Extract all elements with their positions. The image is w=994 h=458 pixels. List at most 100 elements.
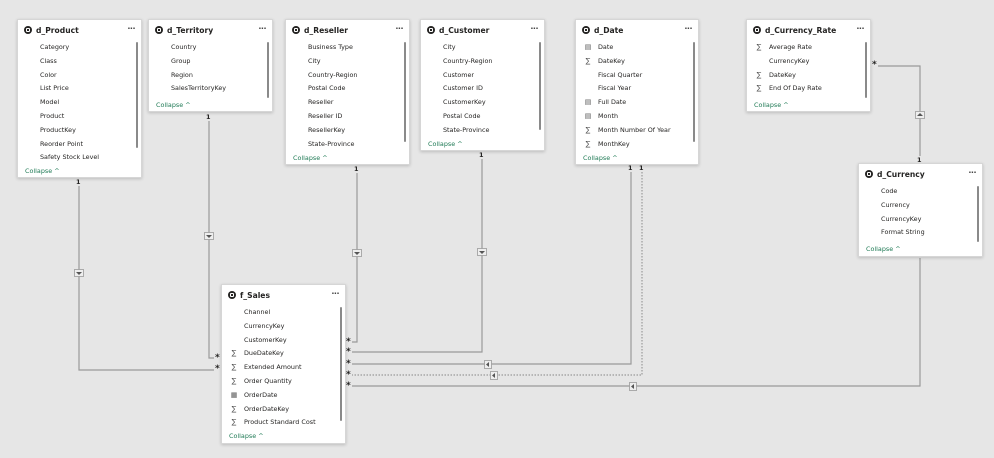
field-row[interactable]: Format String [859,226,974,240]
collapse-button[interactable]: Collapse ^ [156,101,191,109]
collapse-button[interactable]: Collapse ^ [293,154,328,162]
table-card-d-territory[interactable]: d_Territory ··· Country Group Region SalesT… [148,19,273,112]
field-row[interactable]: ∑ DateKey [576,55,690,69]
relationship-product-sales[interactable] [78,179,221,371]
field-row[interactable]: Fiscal Year [576,82,690,96]
field-row[interactable]: Reorder Point [18,138,133,152]
table-card-d-currency-rate[interactable]: d_Currency_Rate ··· ∑ Average Rate Currenc… [746,19,871,112]
scrollbar[interactable] [693,42,695,142]
field-row[interactable]: ∑ MonthKey [576,138,690,151]
field-row[interactable]: CurrencyKey [222,320,337,334]
field-row[interactable]: Country [149,41,264,55]
more-options-button[interactable]: ··· [331,289,339,299]
more-options-button[interactable]: ··· [530,24,538,34]
table-header[interactable]: d_Reseller ··· [286,20,409,40]
more-options-button[interactable]: ··· [395,24,403,34]
collapse-button[interactable]: Collapse ^ [25,167,60,175]
field-row[interactable]: Channel [222,306,337,320]
field-row[interactable]: ∑ OrderDateKey [222,403,337,417]
field-row[interactable]: SalesTerritoryKey [149,82,264,96]
field-row[interactable]: CurrencyKey [859,213,974,227]
field-row[interactable]: Country-Region [421,55,536,69]
relationship-date-sales-duedate[interactable] [347,166,643,376]
table-card-d-product[interactable]: d_Product ··· Category Class Color List Pri… [17,19,142,178]
field-row[interactable]: Color [18,69,133,83]
field-row[interactable]: ∑ Order Quantity [222,375,337,389]
field-row[interactable]: CustomerKey [222,334,337,348]
field-row[interactable]: Fiscal Quarter [576,69,690,83]
field-row[interactable]: Class [18,55,133,69]
field-name: Code [881,187,898,195]
scrollbar[interactable] [539,42,541,130]
relationship-customer-sales[interactable] [347,152,483,353]
scrollbar[interactable] [136,42,138,148]
table-card-d-customer[interactable]: d_Customer ··· City Country-Region Custome… [420,19,545,151]
more-options-button[interactable]: ··· [684,24,692,34]
collapse-button[interactable]: Collapse ^ [866,245,901,253]
collapse-button[interactable]: Collapse ^ [583,154,618,162]
scrollbar[interactable] [340,307,342,421]
table-header[interactable]: d_Territory ··· [149,20,272,40]
field-row[interactable]: ∑ Average Rate [747,41,862,55]
relationship-date-sales-orderdate[interactable] [347,166,632,365]
field-row[interactable]: Postal Code [421,110,536,124]
field-row[interactable]: Product [18,110,133,124]
more-options-button[interactable]: ··· [127,24,135,34]
field-row[interactable]: Safety Stock Level [18,151,133,165]
scrollbar[interactable] [977,186,979,242]
more-options-button[interactable]: ··· [968,168,976,178]
field-row[interactable]: Region [149,69,264,83]
field-row[interactable]: List Price [18,82,133,96]
table-card-d-reseller[interactable]: d_Reseller ··· Business Type City Country-… [285,19,410,165]
field-row[interactable]: ▤ Full Date [576,96,690,110]
field-row[interactable]: ▤ Date [576,41,690,55]
scrollbar[interactable] [267,42,269,98]
field-row[interactable]: Customer [421,69,536,83]
field-row[interactable]: State-Province [421,124,536,138]
field-row[interactable]: CustomerKey [421,96,536,110]
scrollbar[interactable] [404,42,406,142]
field-row[interactable]: ∑ DateKey [747,69,862,83]
field-row[interactable]: ProductKey [18,124,133,138]
relationship-currency-currencyrate[interactable] [872,65,921,162]
collapse-button[interactable]: Collapse ^ [428,140,463,148]
field-row[interactable]: Postal Code [286,82,401,96]
field-row[interactable]: Business Type [286,41,401,55]
table-card-f-sales[interactable]: f_Sales ··· Channel CurrencyKey CustomerKe… [221,284,346,444]
table-header[interactable]: f_Sales ··· [222,285,345,305]
field-row[interactable]: Model [18,96,133,110]
field-row[interactable]: Customer ID [421,82,536,96]
table-card-d-currency[interactable]: d_Currency ··· Code Currency CurrencyKey Fo… [858,163,983,257]
field-row[interactable]: ∑ End Of Day Rate [747,82,862,96]
field-row[interactable]: ∑ DueDateKey [222,347,337,361]
field-row[interactable]: State-Province [286,138,401,151]
field-row[interactable]: ∑ Extended Amount [222,361,337,375]
field-row[interactable]: Currency [859,199,974,213]
field-row[interactable]: Reseller ID [286,110,401,124]
scrollbar[interactable] [865,42,867,98]
relationship-currency-sales[interactable] [347,258,921,387]
more-options-button[interactable]: ··· [856,24,864,34]
field-row[interactable]: Category [18,41,133,55]
field-row[interactable]: ▦ OrderDate [222,389,337,403]
field-row[interactable]: City [421,41,536,55]
field-row[interactable]: ∑ Month Number Of Year [576,124,690,138]
field-row[interactable]: ▤ Month [576,110,690,124]
more-options-button[interactable]: ··· [258,24,266,34]
field-row[interactable]: Group [149,55,264,69]
field-row[interactable]: Reseller [286,96,401,110]
field-row[interactable]: Code [859,185,974,199]
field-row[interactable]: Country-Region [286,69,401,83]
table-header[interactable]: d_Customer ··· [421,20,544,40]
table-card-d-date[interactable]: d_Date ··· ▤ Date ∑ DateKey Fiscal Quarter Fi… [575,19,699,165]
collapse-button[interactable]: Collapse ^ [754,101,789,109]
field-row[interactable]: ∑ Product Standard Cost [222,416,337,430]
collapse-button[interactable]: Collapse ^ [229,432,264,440]
field-row[interactable]: City [286,55,401,69]
table-header[interactable]: d_Date ··· [576,20,698,40]
field-row[interactable]: CurrencyKey [747,55,862,69]
field-row[interactable]: ResellerKey [286,124,401,138]
table-header[interactable]: d_Currency ··· [859,164,982,184]
table-header[interactable]: d_Currency_Rate ··· [747,20,870,40]
table-header[interactable]: d_Product ··· [18,20,141,40]
